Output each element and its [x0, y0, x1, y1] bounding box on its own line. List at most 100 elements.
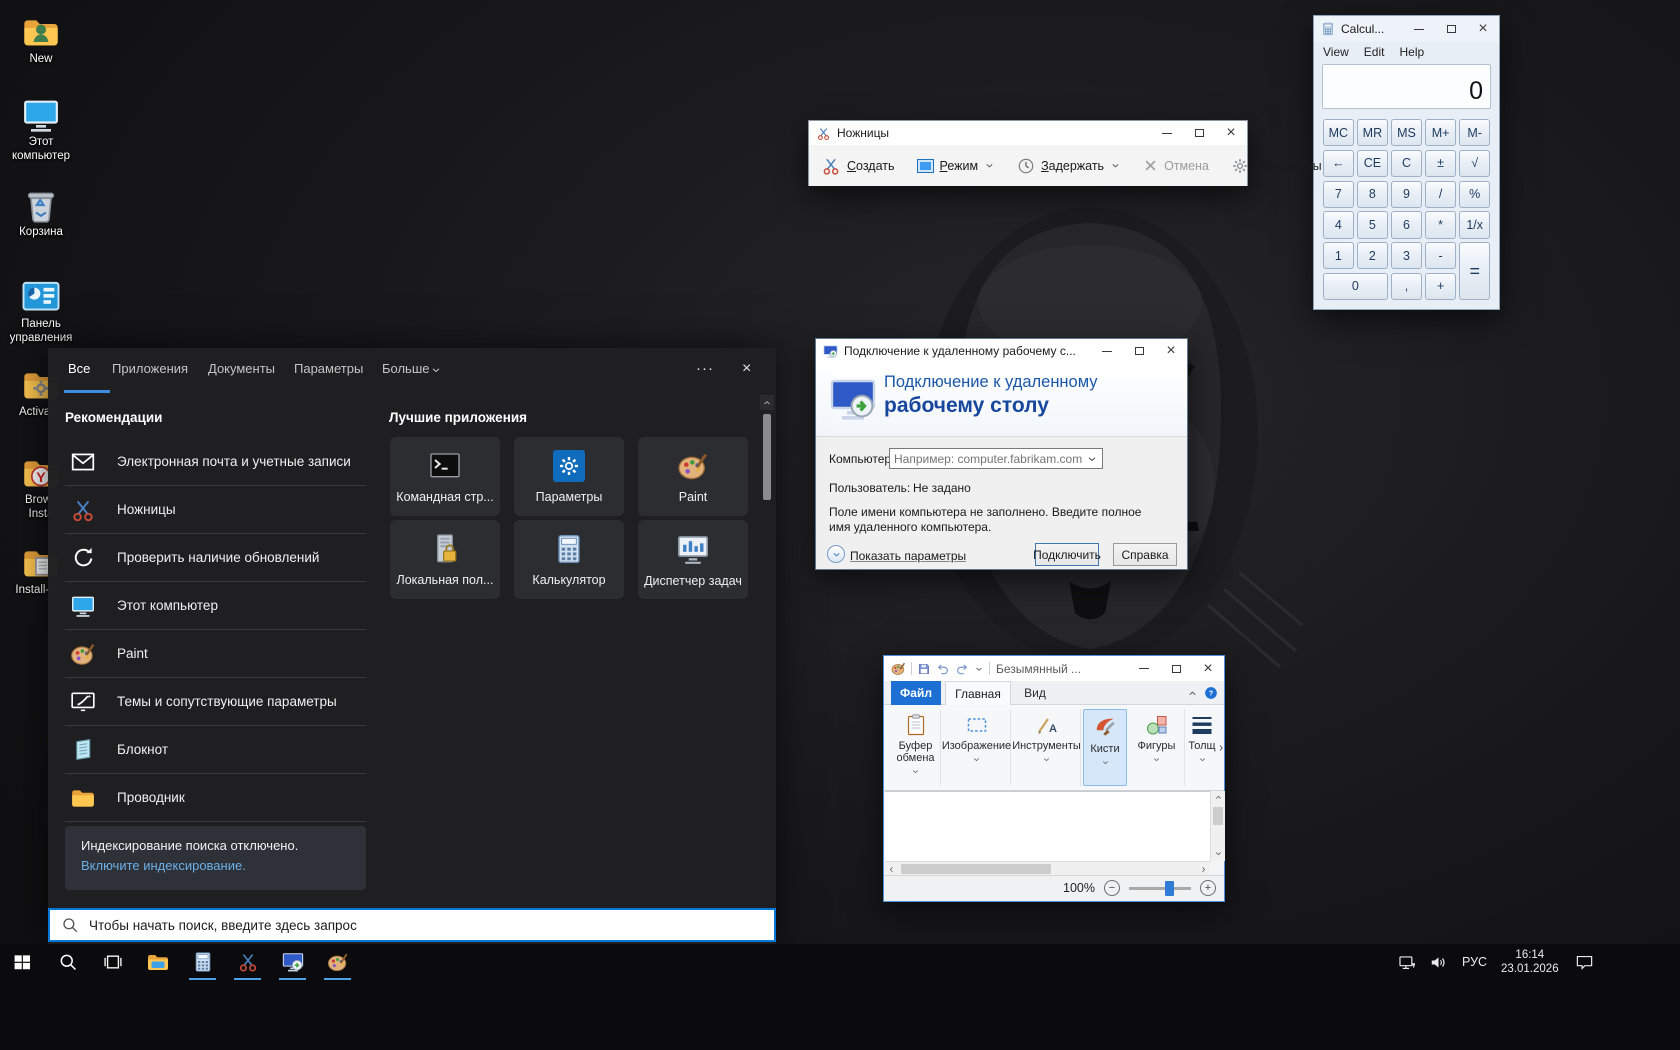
calc-key[interactable]: M- — [1459, 119, 1490, 146]
calc-key[interactable]: MS — [1391, 119, 1422, 146]
ribbon-overflow-arrow[interactable] — [1216, 743, 1226, 753]
calc-key[interactable]: 1/x — [1459, 211, 1490, 238]
enable-indexing-link[interactable]: Включите индексирование. — [81, 858, 246, 873]
maximize-button[interactable] — [1123, 339, 1155, 363]
minimize-button[interactable] — [1151, 121, 1183, 145]
taskbar-clock[interactable]: 16:14 23.01.2026 — [1501, 948, 1559, 976]
tile-settings[interactable]: Параметры — [514, 437, 624, 516]
ribbon-group-shapes[interactable]: Фигуры — [1129, 709, 1185, 786]
ribbon-group-clipboard[interactable]: Буфер обмена — [891, 709, 941, 786]
menu-view[interactable]: View — [1323, 45, 1349, 59]
menu-edit[interactable]: Edit — [1364, 45, 1385, 59]
calc-key[interactable]: 4 — [1323, 211, 1354, 238]
tab-settings[interactable]: Параметры — [294, 361, 363, 376]
scrollbar-thumb[interactable] — [1213, 807, 1223, 825]
snipping-titlebar[interactable]: Ножницы — [809, 121, 1247, 145]
taskbar-snipping-tool[interactable] — [225, 944, 270, 980]
start-item-explorer[interactable]: Проводник — [65, 774, 366, 822]
calc-key[interactable]: 5 — [1357, 211, 1388, 238]
calc-key[interactable]: MR — [1357, 119, 1388, 146]
menu-help[interactable]: Help — [1399, 45, 1424, 59]
tile-command-prompt[interactable]: Командная стр... — [390, 437, 500, 516]
desktop-icon-new[interactable]: New — [6, 12, 76, 66]
start-item-check-updates[interactable]: Проверить наличие обновлений — [65, 534, 366, 582]
undo-icon[interactable] — [936, 662, 950, 676]
overflow-menu-button[interactable]: ··· — [696, 360, 714, 377]
mode-button[interactable]: Режим — [917, 159, 996, 173]
calc-key[interactable]: 6 — [1391, 211, 1422, 238]
start-item-snipping[interactable]: Ножницы — [65, 486, 366, 534]
maximize-button[interactable] — [1160, 656, 1192, 681]
calc-key[interactable]: 8 — [1357, 181, 1388, 208]
computer-input[interactable] — [894, 452, 1086, 466]
taskbar-rdp[interactable] — [270, 944, 315, 980]
computer-combobox[interactable] — [889, 448, 1103, 469]
close-button[interactable] — [1192, 656, 1224, 681]
taskbar-paint[interactable] — [315, 944, 360, 980]
save-icon[interactable] — [917, 662, 931, 676]
calc-key[interactable]: 1 — [1323, 242, 1354, 269]
minimize-button[interactable] — [1403, 16, 1435, 42]
calc-key[interactable]: - — [1425, 242, 1456, 269]
calc-key[interactable]: M+ — [1425, 119, 1456, 146]
network-icon[interactable] — [1398, 953, 1417, 972]
calc-key[interactable]: C — [1391, 150, 1422, 177]
tile-calculator[interactable]: Калькулятор — [514, 520, 624, 599]
ribbon-group-thickness[interactable]: Толщ — [1187, 709, 1217, 786]
language-indicator[interactable]: РУС — [1462, 955, 1487, 969]
minimize-button[interactable] — [1128, 656, 1160, 681]
calc-key-backspace[interactable]: ← — [1323, 150, 1354, 177]
tab-apps[interactable]: Приложения — [112, 361, 188, 376]
start-item-mail[interactable]: Электронная почта и учетные записи — [65, 438, 366, 486]
ribbon-group-brushes[interactable]: Кисти — [1083, 709, 1127, 786]
scrollbar-thumb[interactable] — [763, 414, 771, 500]
close-button[interactable] — [1467, 16, 1499, 42]
help-button[interactable]: Справка — [1113, 543, 1177, 566]
taskbar-search-button[interactable] — [45, 944, 90, 980]
help-icon[interactable] — [1204, 686, 1218, 700]
rdp-titlebar[interactable]: Подключение к удаленному рабочему с... — [816, 339, 1187, 363]
calc-key[interactable]: MC — [1323, 119, 1354, 146]
task-view-button[interactable] — [90, 944, 135, 980]
taskbar-file-explorer[interactable] — [135, 944, 180, 980]
start-item-notepad[interactable]: Блокнот — [65, 726, 366, 774]
horizontal-scrollbar[interactable] — [885, 861, 1210, 875]
calc-key[interactable]: 0 — [1323, 273, 1388, 300]
maximize-button[interactable] — [1183, 121, 1215, 145]
vertical-scrollbar[interactable] — [1210, 791, 1225, 861]
desktop-icon-recycle-bin[interactable]: Корзина — [6, 185, 76, 239]
scrollbar-up-arrow[interactable] — [760, 395, 774, 410]
paint-titlebar[interactable]: Безымянный ... — [884, 656, 1224, 681]
tab-home[interactable]: Главная — [945, 681, 1011, 705]
tab-more[interactable]: Больше — [382, 361, 430, 376]
close-button[interactable] — [1155, 339, 1187, 363]
show-options-toggle[interactable] — [827, 545, 845, 563]
calc-key[interactable]: 7 — [1323, 181, 1354, 208]
minimize-button[interactable] — [1091, 339, 1123, 363]
desktop-icon-this-pc[interactable]: Этот компьютер — [6, 95, 76, 163]
tab-view[interactable]: Вид — [1015, 681, 1055, 705]
taskbar-calculator[interactable] — [180, 944, 225, 980]
start-item-this-pc[interactable]: Этот компьютер — [65, 582, 366, 630]
options-button[interactable]: Параметры — [1231, 157, 1322, 175]
tile-task-manager[interactable]: Диспетчер задач — [638, 520, 748, 599]
taskbar-search-box[interactable] — [48, 908, 776, 942]
calc-key[interactable]: , — [1391, 273, 1422, 300]
calc-key[interactable]: % — [1459, 181, 1490, 208]
tile-paint[interactable]: Paint — [638, 437, 748, 516]
calc-key-equals[interactable]: = — [1459, 242, 1490, 300]
tab-file[interactable]: Файл — [891, 681, 941, 705]
paint-canvas[interactable] — [885, 791, 1210, 861]
calc-key[interactable]: + — [1425, 273, 1456, 300]
calc-key[interactable]: 3 — [1391, 242, 1422, 269]
search-input[interactable] — [89, 918, 763, 933]
action-center-icon[interactable] — [1575, 953, 1594, 972]
ribbon-group-image[interactable]: Изображение — [943, 709, 1011, 786]
zoom-slider-thumb[interactable] — [1165, 881, 1174, 896]
new-snip-button[interactable]: Создать — [821, 156, 895, 176]
collapse-ribbon-icon[interactable] — [1187, 688, 1198, 699]
calc-key[interactable]: * — [1425, 211, 1456, 238]
start-item-themes[interactable]: Темы и сопутствующие параметры — [65, 678, 366, 726]
speaker-icon[interactable] — [1429, 953, 1448, 972]
tab-all[interactable]: Все — [68, 361, 90, 376]
